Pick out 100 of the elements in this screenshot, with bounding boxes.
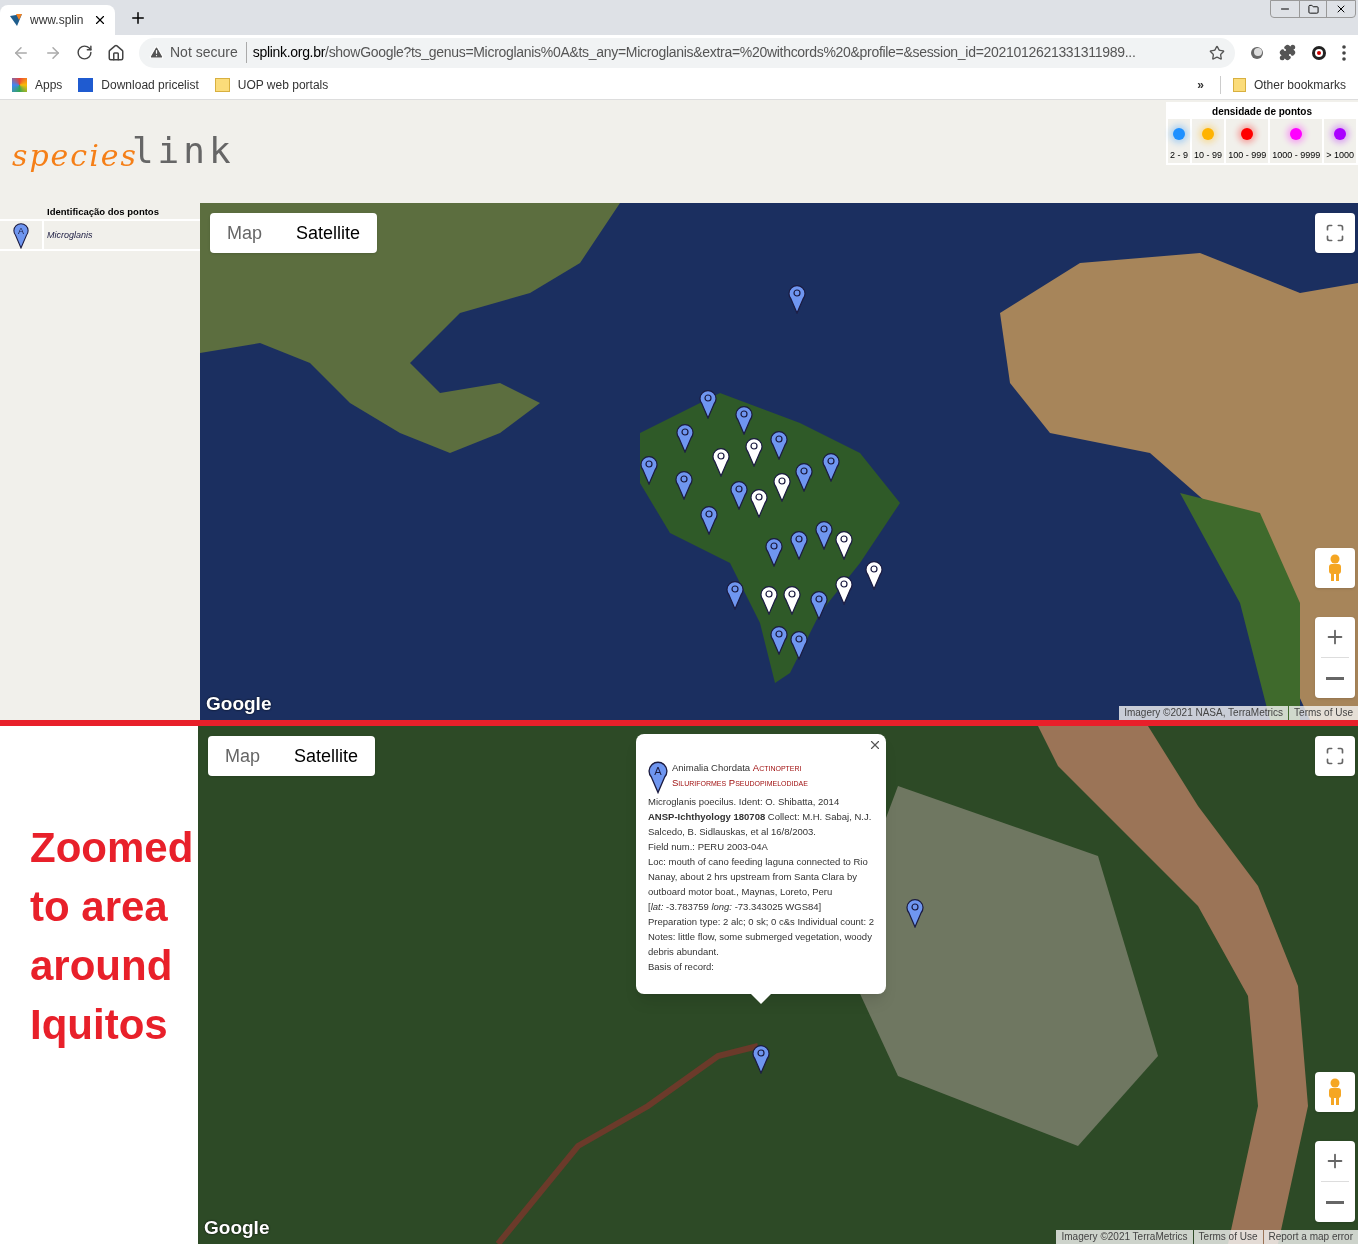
attribution-link[interactable]: Terms of Use bbox=[1193, 1230, 1263, 1244]
map-pin-icon[interactable] bbox=[810, 590, 828, 620]
bookmark-item[interactable]: Other bookmarks bbox=[1219, 75, 1346, 94]
google-logo: Google bbox=[206, 691, 272, 716]
bookmark-item[interactable]: Apps bbox=[12, 75, 63, 94]
browser-tab[interactable]: www.splin bbox=[0, 5, 115, 35]
folder-icon bbox=[1232, 77, 1246, 92]
bookmark-item[interactable]: Download pricelist bbox=[78, 75, 199, 94]
warning-icon bbox=[149, 45, 164, 60]
google-logo: Google bbox=[204, 1215, 270, 1240]
map-pin-icon: A bbox=[13, 221, 29, 249]
bookmark-icon bbox=[214, 77, 230, 92]
map-pin-icon[interactable] bbox=[790, 630, 808, 660]
map-pin-icon[interactable] bbox=[770, 625, 788, 655]
fullscreen-button[interactable] bbox=[1315, 213, 1355, 253]
map-pin-icon[interactable] bbox=[752, 1044, 770, 1074]
caption-text: Zoomed bbox=[30, 823, 195, 873]
map-pin-icon[interactable] bbox=[835, 575, 853, 605]
bookmark-item[interactable]: UOP web portals bbox=[214, 75, 329, 94]
map-pin-icon[interactable] bbox=[726, 580, 744, 610]
map-pin-icon[interactable] bbox=[700, 505, 718, 535]
tab-title: www.splin bbox=[30, 12, 84, 29]
extensions-icon bbox=[1279, 44, 1296, 61]
imagery-credit: Imagery ©2021 NASA, TerraMetrics bbox=[1119, 706, 1289, 720]
record-text: Basis of record: bbox=[648, 960, 715, 974]
density-range: 2 - 9 bbox=[1170, 149, 1189, 162]
home-icon bbox=[107, 43, 125, 62]
map-pin-icon[interactable] bbox=[675, 470, 693, 500]
map-type-tab[interactable]: Map bbox=[208, 736, 277, 776]
map-pin-icon[interactable] bbox=[865, 560, 883, 590]
map-pin-icon[interactable] bbox=[815, 520, 833, 550]
bookmark-star-icon bbox=[1209, 44, 1225, 61]
density-range: > 1000 bbox=[1326, 149, 1354, 162]
map-pin-icon[interactable] bbox=[822, 452, 840, 482]
minus-icon bbox=[1326, 1200, 1344, 1204]
attribution-link[interactable]: Report a map error bbox=[1263, 1230, 1358, 1244]
species-link-logo: specieslink bbox=[12, 129, 235, 175]
map-pin-icon[interactable] bbox=[745, 437, 763, 467]
map-type-tab[interactable]: Satellite bbox=[277, 736, 376, 776]
record-text: Microglanis poecilus. Ident: O. Shibatta, 2014 bbox=[648, 795, 841, 809]
restore-button[interactable] bbox=[1299, 1, 1327, 17]
pegman-icon bbox=[1327, 554, 1343, 582]
address-bar[interactable]: Not secure splink.org.br/showGoogle?ts_genus=Microglanis%0A&ts_any=Microglanis&extra=%20withcords%20&profile=&session_id=2021012621331311989... bbox=[139, 37, 1235, 68]
menu-icon[interactable] bbox=[1342, 44, 1346, 61]
map-pin-icon[interactable] bbox=[770, 430, 788, 460]
caption-text: around bbox=[30, 941, 174, 991]
map-pin-icon[interactable] bbox=[773, 472, 791, 502]
caption-text: to area bbox=[30, 882, 169, 932]
security-label: Not secure bbox=[170, 42, 247, 63]
satellite-map[interactable] bbox=[198, 726, 1358, 1244]
fullscreen-icon bbox=[1325, 223, 1345, 243]
map-pin-icon[interactable] bbox=[790, 530, 808, 560]
close-tab-icon bbox=[93, 13, 107, 27]
bookmark-icon bbox=[12, 77, 27, 92]
imagery-credit: Imagery ©2021 TerraMetrics bbox=[1056, 1230, 1193, 1244]
new-tab-icon bbox=[129, 9, 147, 27]
record-text: [lat: -3.783759 long: -73.343025 WGS84] bbox=[648, 900, 823, 914]
close-button[interactable] bbox=[868, 738, 882, 752]
map-pin-icon: A bbox=[648, 760, 668, 794]
extension-icon bbox=[1249, 44, 1265, 61]
map-pin-icon[interactable] bbox=[712, 447, 730, 477]
map-pin-icon[interactable] bbox=[760, 585, 778, 615]
map-pin-icon[interactable] bbox=[906, 898, 924, 928]
satellite-map[interactable]: Map Satellite Google Imagery ©2021 NASA, TerraMetrics Terms of Use bbox=[200, 203, 1358, 720]
minus-icon bbox=[1326, 676, 1344, 680]
fullscreen-icon bbox=[1325, 746, 1345, 766]
more-bookmarks-button[interactable]: » bbox=[1197, 75, 1204, 94]
attribution-link[interactable]: Terms of Use bbox=[1289, 706, 1358, 720]
map-pin-icon[interactable] bbox=[699, 389, 717, 419]
target-icon bbox=[1310, 43, 1328, 62]
record-text: Preparation type: 2 alc; 0 sk; 0 c&s Individual count: 2 bbox=[648, 915, 874, 929]
record-text: Notes: little flow, some submerged vegetation, woody debris abundant. bbox=[648, 930, 873, 959]
map-type-tab[interactable]: Map bbox=[210, 213, 279, 253]
fullscreen-button[interactable] bbox=[1315, 736, 1355, 776]
map-pin-icon[interactable] bbox=[735, 405, 753, 435]
map-pin-icon[interactable] bbox=[795, 462, 813, 492]
map-pin-icon[interactable] bbox=[835, 530, 853, 560]
species-name: Microglanis bbox=[46, 228, 93, 242]
map-pin-icon[interactable] bbox=[730, 480, 748, 510]
map-pin-icon[interactable] bbox=[783, 585, 801, 615]
pegman-icon bbox=[1327, 1078, 1343, 1106]
map-type-tab[interactable]: Satellite bbox=[279, 213, 378, 253]
panel-title: Identificação dos pontos bbox=[0, 203, 200, 222]
bookmark-icon bbox=[78, 77, 94, 92]
map-pin-icon[interactable] bbox=[676, 423, 694, 453]
close-icon bbox=[1335, 3, 1347, 15]
map-pin-icon[interactable] bbox=[765, 537, 783, 567]
map-pin-icon[interactable] bbox=[640, 455, 658, 485]
legend-title: densidade de pontos bbox=[1212, 105, 1313, 119]
record-text: Field num.: PERU 2003-04A bbox=[648, 840, 769, 854]
url-text: splink.org.br/showGoogle?ts_genus=Microglanis%0A&ts_any=Microglanis&extra=%20withcords%20&profile=&session_id=2021012621331311989... bbox=[252, 43, 1136, 62]
map-pin-icon[interactable] bbox=[788, 284, 806, 314]
density-range: 100 - 999 bbox=[1228, 149, 1267, 162]
site-favicon-icon bbox=[8, 12, 24, 28]
map-pin-icon[interactable] bbox=[750, 488, 768, 518]
record-text: ANSP-Ichthyology 180708 Collect: M.H. Sabaj, N.J. Salcedo, B. Sidlauskas, et al 16/8/2003. bbox=[648, 810, 873, 839]
reload-icon bbox=[76, 44, 93, 61]
density-range: 10 - 99 bbox=[1194, 149, 1223, 162]
popup-pointer bbox=[751, 994, 771, 1004]
taxonomy-text: Animalia Chordata Actinopteri bbox=[672, 761, 803, 775]
